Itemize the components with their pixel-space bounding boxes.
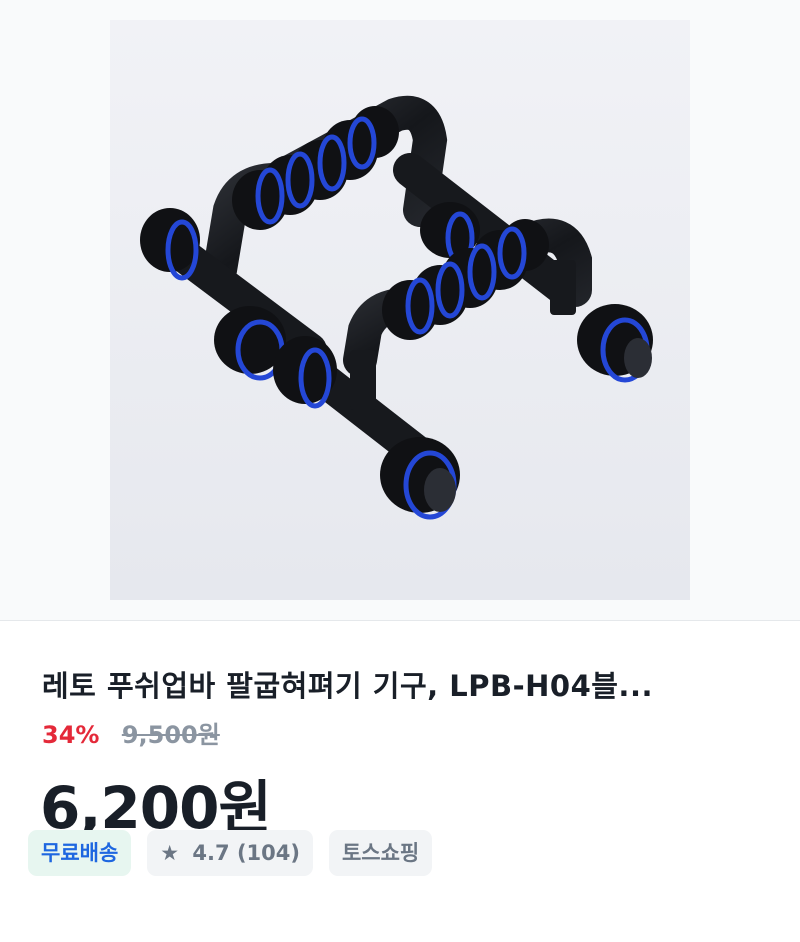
badge-row: 무료배송 ★ 4.7 (104) 토스쇼핑 (28, 830, 433, 876)
push-up-bar-image (110, 20, 690, 600)
product-image-area (0, 0, 800, 621)
free-shipping-badge: 무료배송 (28, 830, 132, 876)
original-price: 9,500원 (121, 721, 220, 749)
product-card: 레토 푸쉬업바 팔굽혀펴기 기구, LPB-H04블... 34% 9,500원… (0, 0, 800, 942)
rating-value: 4.7 (192, 841, 230, 865)
store-badge[interactable]: 토스쇼핑 (328, 830, 433, 876)
star-icon: ★ (160, 841, 180, 865)
rating-badge[interactable]: ★ 4.7 (104) (147, 830, 313, 876)
product-title[interactable]: 레토 푸쉬업바 팔굽혀펴기 기구, LPB-H04블... (42, 663, 762, 705)
review-count: (104) (236, 841, 300, 865)
discount-rate: 34% (42, 721, 100, 749)
product-image[interactable] (110, 20, 690, 600)
price-row: 34% 9,500원 (42, 715, 220, 750)
